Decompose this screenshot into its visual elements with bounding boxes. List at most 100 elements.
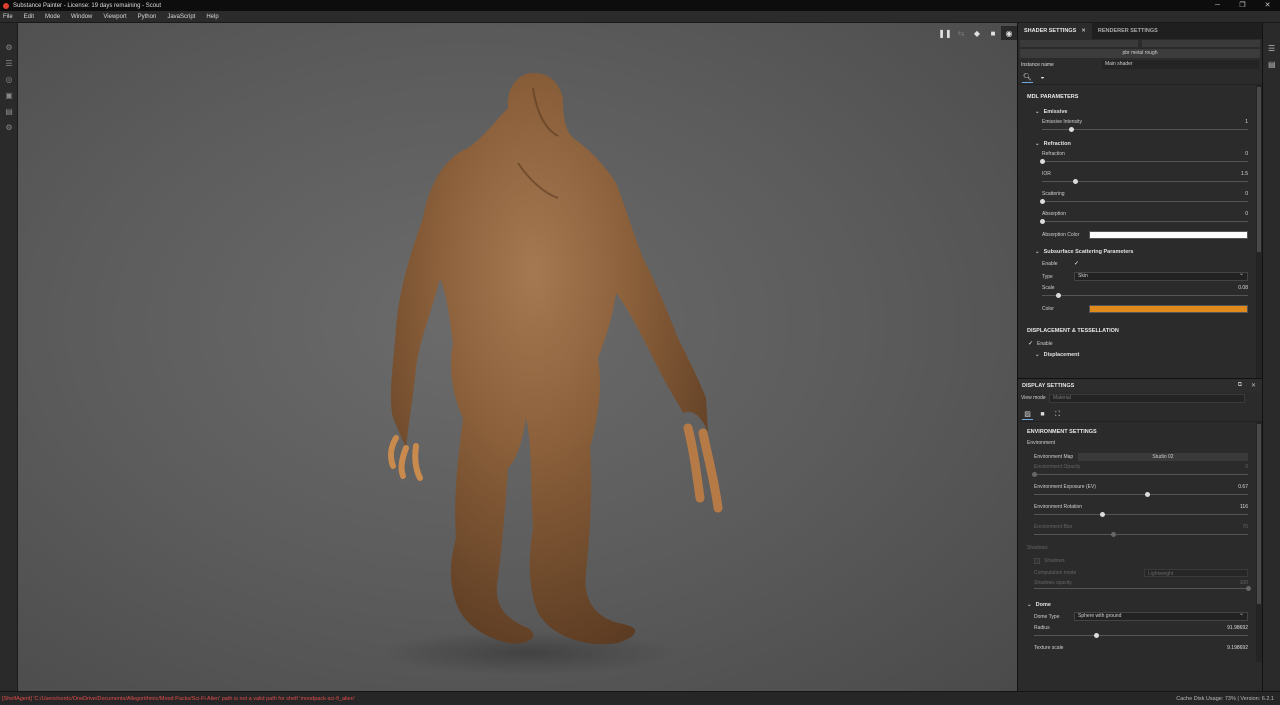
right-toolbar: ☰ ▤: [1262, 23, 1280, 691]
status-error-message: [ShelfAgent] 'C:/Users/nordc/OneDrive/Do…: [2, 695, 355, 702]
displacement-enable-checkbox[interactable]: ✓: [1028, 340, 1033, 347]
history-icon[interactable]: ▣: [5, 92, 13, 100]
shader-preset-button[interactable]: pbr metal rough: [1020, 49, 1260, 58]
shadows-group-label: Shadows: [1027, 545, 1048, 551]
environment-settings-heading: ENVIRONMENT SETTINGS: [1027, 429, 1097, 435]
camera-icon[interactable]: ■: [1037, 409, 1048, 420]
menu-edit[interactable]: Edit: [24, 14, 34, 20]
view-mode-row: View mode Material: [1018, 392, 1262, 404]
left-toolbar: ⚙ ☰ ◎ ▣ ▤ ⚙: [0, 23, 18, 691]
shadows-opacity-slider[interactable]: Shadows opacity 100: [1018, 578, 1262, 594]
viewer-icon[interactable]: ⛶: [1052, 409, 1063, 420]
shader-icon-row: 🔍︎ ◒: [1018, 70, 1262, 85]
instance-name-label: Instance name: [1021, 61, 1054, 68]
minimize-button[interactable]: ─: [1205, 0, 1230, 11]
instance-name-field[interactable]: Main shader: [1102, 60, 1259, 69]
status-bar: [ShelfAgent] 'C:/Users/nordc/OneDrive/Do…: [0, 691, 1280, 705]
app-window: Substance Painter - License: 19 days rem…: [0, 0, 1280, 705]
environment-blur-slider[interactable]: Environment Blur 70: [1018, 522, 1262, 542]
dome-radius-slider[interactable]: Radius 91.98692: [1018, 623, 1262, 643]
display-settings-header: DISPLAY SETTINGS ⧉ ✕: [1018, 378, 1262, 392]
undock-icon[interactable]: ⧉: [1238, 382, 1242, 389]
window-title: Substance Painter - License: 19 days rem…: [13, 2, 162, 9]
alien-right-hand: [683, 423, 723, 513]
video-camera-icon[interactable]: ■: [985, 26, 1001, 40]
texture-scale-slider[interactable]: Texture scale 9.198692: [1018, 643, 1262, 662]
display-params-scroll: ENVIRONMENT SETTINGS Environment Environ…: [1018, 422, 1262, 662]
sss-color-swatch[interactable]: [1089, 305, 1248, 313]
sss-enable-row: Enable ✓: [1042, 260, 1080, 268]
environment-exposure-slider[interactable]: Environment Exposure (EV) 0.67: [1018, 482, 1262, 502]
pause-icon[interactable]: ❚❚: [937, 26, 953, 40]
absorption-color-swatch[interactable]: [1089, 231, 1248, 239]
tab-renderer-settings[interactable]: RENDERER SETTINGS: [1092, 23, 1164, 39]
camera-swap-icon[interactable]: ⇆: [953, 26, 969, 40]
dome-type-row: Dome Type Sphere with ground: [1018, 610, 1262, 623]
shader-action-row: [1018, 39, 1262, 48]
displacement-group[interactable]: ⌄ Displacement: [1018, 350, 1262, 360]
computation-mode-dropdown[interactable]: Lightweight: [1144, 568, 1248, 577]
sss-color-row: Color: [1018, 303, 1262, 315]
shadows-row: Shadows: [1018, 554, 1262, 567]
shader-ball-icon[interactable]: ◒: [1037, 72, 1048, 83]
3d-viewport[interactable]: ❚❚ ⇆ ◆ ■ ◉: [18, 23, 1017, 691]
menu-help[interactable]: Help: [206, 14, 218, 20]
panel-list-icon[interactable]: ☰: [1268, 45, 1276, 53]
menu-window[interactable]: Window: [71, 14, 92, 20]
menu-python[interactable]: Python: [138, 14, 157, 20]
emissive-intensity-slider[interactable]: Emissive Intensity 1: [1018, 117, 1262, 137]
displacement-enable-row: ✓ Enable: [1028, 340, 1053, 348]
sss-scale-slider[interactable]: Scale 0.08: [1018, 283, 1262, 303]
sss-type-row: Type Skin: [1018, 270, 1262, 283]
settings-icon[interactable]: ◎: [5, 76, 13, 84]
viewport-toolbar: ❚❚ ⇆ ◆ ■ ◉: [937, 26, 1017, 40]
sss-group[interactable]: ⌄ Subsurface Scattering Parameters: [1018, 247, 1262, 257]
plugin-icon[interactable]: ⚙: [5, 124, 13, 132]
properties-icon[interactable]: ▤: [1268, 61, 1276, 69]
dome-group[interactable]: ⌄ Dome: [1018, 600, 1262, 610]
close-tab-icon[interactable]: ✕: [1081, 28, 1086, 34]
menu-javascript[interactable]: JavaScript: [167, 14, 195, 20]
shadows-checkbox[interactable]: [1034, 557, 1040, 564]
shader-tab-bar: SHADER SETTINGS ✕ RENDERER SETTINGS: [1018, 23, 1262, 39]
environment-rotation-slider[interactable]: Environment Rotation 116: [1018, 502, 1262, 522]
zoom-icon[interactable]: 🔍︎: [1022, 72, 1033, 83]
cube-view-icon[interactable]: ◆: [969, 26, 985, 40]
sss-enable-checkbox[interactable]: ✓: [1074, 260, 1079, 267]
environment-image-icon[interactable]: ▨: [1022, 409, 1033, 420]
scattering-slider[interactable]: Scattering 0: [1018, 189, 1262, 209]
dome-type-dropdown[interactable]: Sphere with ground: [1074, 611, 1248, 621]
sss-type-dropdown[interactable]: Skin: [1074, 271, 1248, 281]
cache-usage: Cache Disk Usage: 73% | Version: 6.2.1: [1176, 695, 1274, 702]
close-button[interactable]: ✕: [1255, 0, 1280, 11]
environment-group-label: Environment: [1027, 440, 1056, 446]
close-panel-icon[interactable]: ✕: [1251, 382, 1256, 389]
mdl-parameters-heading: MDL PARAMETERS: [1027, 94, 1079, 100]
maximize-button[interactable]: ❐: [1230, 0, 1255, 11]
environment-map-row: Environment Map Studio 02: [1018, 451, 1262, 462]
absorption-slider[interactable]: Absorption 0: [1018, 209, 1262, 229]
screenshot-camera-icon[interactable]: ◉: [1001, 26, 1017, 40]
texture-set-icon[interactable]: ☰: [5, 60, 13, 68]
displacement-heading: DISPLACEMENT & TESSELLATION: [1027, 328, 1119, 334]
layers-icon[interactable]: ⚙: [5, 44, 13, 52]
ior-slider[interactable]: IOR 1.5: [1018, 169, 1262, 189]
environment-opacity-slider[interactable]: Environment Opacity 0: [1018, 462, 1262, 482]
refraction-group[interactable]: ⌄ Refraction: [1018, 139, 1262, 149]
log-icon[interactable]: ▤: [5, 108, 13, 116]
shader-params-scroll: MDL PARAMETERS ⌄ Emissive Emissive Intens…: [1018, 85, 1262, 378]
refraction-slider[interactable]: Refraction 0: [1018, 149, 1262, 169]
emissive-group[interactable]: ⌄ Emissive: [1018, 107, 1262, 117]
app-logo-icon: [3, 2, 9, 9]
alien-model: [378, 73, 723, 675]
environment-map-selector[interactable]: Studio 02: [1078, 452, 1248, 461]
shader-action-right-button[interactable]: [1142, 40, 1260, 47]
menu-file[interactable]: File: [3, 14, 13, 20]
view-mode-dropdown[interactable]: Material: [1049, 393, 1245, 403]
instance-name-row: Instance name Main shader: [1018, 59, 1262, 70]
menu-mode[interactable]: Mode: [45, 14, 60, 20]
tab-shader-settings[interactable]: SHADER SETTINGS ✕: [1018, 23, 1092, 39]
menu-viewport[interactable]: Viewport: [103, 14, 126, 20]
menu-bar: File Edit Mode Window Viewport Python Ja…: [0, 11, 1280, 23]
shader-action-left-button[interactable]: [1020, 40, 1138, 47]
